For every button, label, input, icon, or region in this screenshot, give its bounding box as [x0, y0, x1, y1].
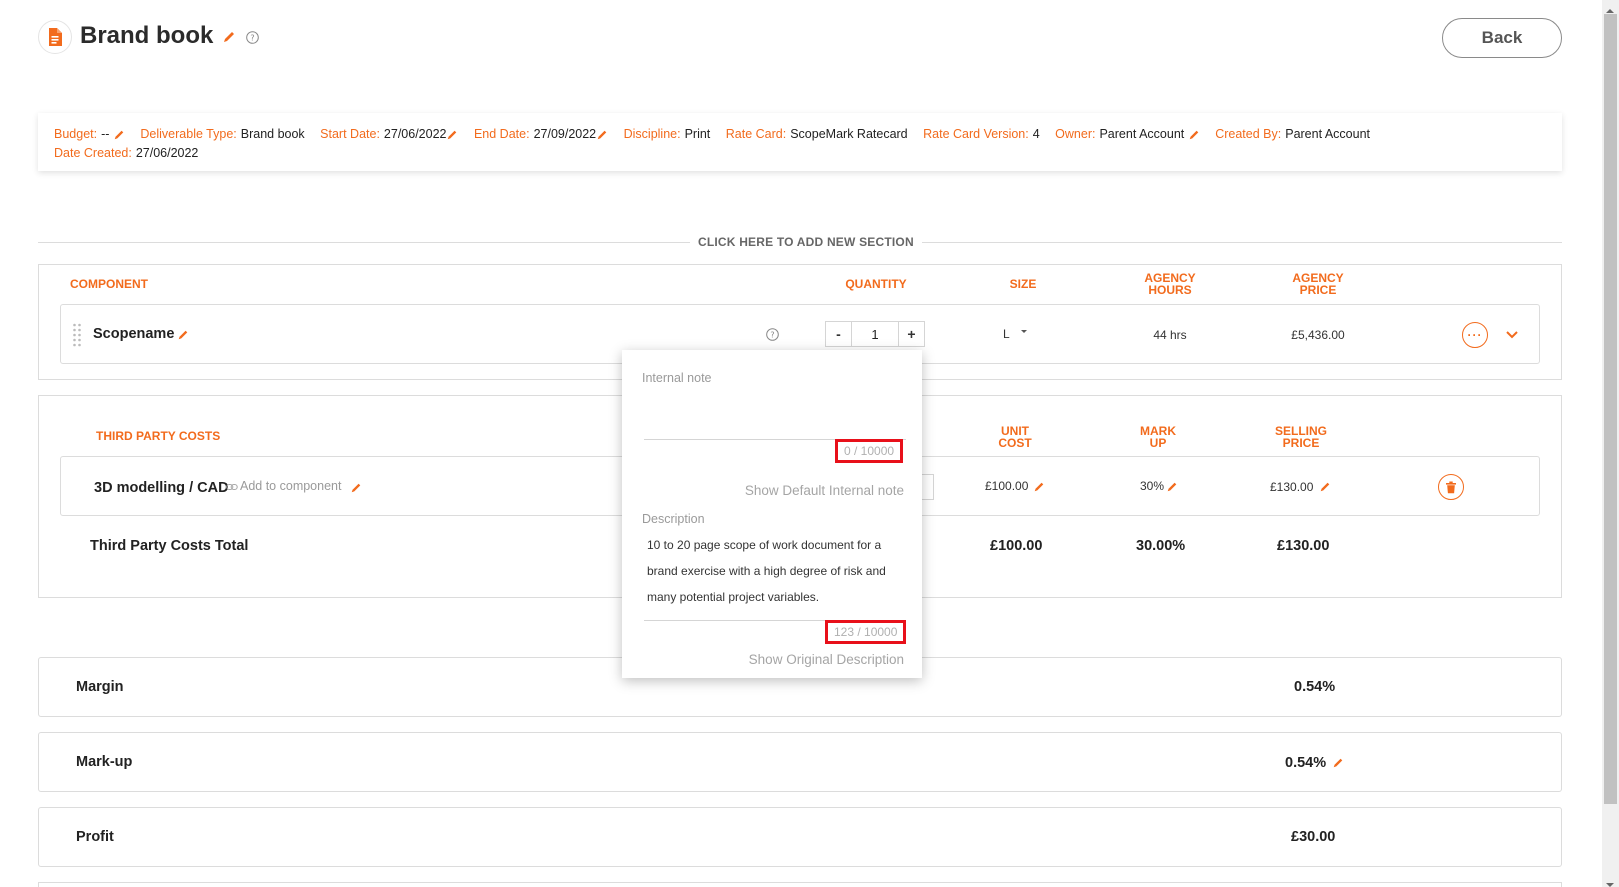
edit-unit-cost-pencil-icon[interactable]: [1033, 480, 1045, 498]
margin-label: Margin: [76, 679, 124, 695]
edit-title-pencil-icon[interactable]: [222, 30, 236, 49]
budget-label: Budget:: [54, 127, 98, 141]
agency-hours-value: 44 hrs: [1153, 328, 1187, 342]
profit-value: £30.00: [1291, 829, 1336, 845]
help-icon[interactable]: ?: [246, 31, 259, 49]
size-value: L: [1003, 327, 1010, 341]
edit-markup-pencil-icon[interactable]: [1332, 756, 1344, 774]
rate-card-version-value: 4: [1032, 127, 1040, 141]
discipline-value: Print: [684, 127, 711, 141]
date-created-value: 27/06/2022: [135, 146, 199, 160]
caret-down-icon: [1020, 330, 1027, 333]
drag-handle-icon[interactable]: [72, 322, 82, 347]
edit-budget-pencil-icon[interactable]: [113, 129, 125, 141]
edit-end-date-pencil-icon[interactable]: [596, 129, 608, 141]
total-selling-price: £130.00: [1277, 538, 1330, 554]
notes-popup: Internal note 0 / 10000 Show Default Int…: [622, 350, 922, 678]
agency-price-header: AGENCY PRICE: [1292, 271, 1344, 297]
unit-cost-value: £100.00: [985, 479, 1029, 493]
internal-note-label: Internal note: [642, 371, 712, 385]
more-options-button[interactable]: ···: [1462, 322, 1488, 348]
document-icon: [38, 20, 72, 54]
rate-card-version-label: Rate Card Version:: [923, 127, 1029, 141]
quantity-increment-button[interactable]: +: [899, 322, 924, 346]
add-new-section-link[interactable]: CLICK HERE TO ADD NEW SECTION: [690, 235, 922, 249]
hidden-input-edge: [920, 474, 934, 500]
svg-text:?: ?: [770, 331, 774, 340]
trash-icon: [1446, 481, 1456, 493]
markup-label: Mark-up: [76, 754, 133, 770]
chevron-down-icon[interactable]: [1505, 327, 1519, 345]
description-label: Description: [642, 512, 705, 526]
start-date-value: 27/06/2022: [383, 127, 447, 141]
selling-price-value: £130.00: [1270, 480, 1314, 494]
link-icon: [226, 479, 238, 497]
edit-selling-price-pencil-icon[interactable]: [1319, 480, 1331, 498]
edit-start-date-pencil-icon[interactable]: [446, 129, 458, 141]
internal-note-input[interactable]: [642, 392, 904, 438]
deliverable-type-label: Deliverable Type:: [140, 127, 237, 141]
component-name: Scopename: [93, 326, 175, 342]
edit-component-pencil-icon[interactable]: [177, 328, 189, 346]
add-to-component-link[interactable]: Add to component: [240, 479, 341, 493]
agency-price-value: £5,436.00: [1291, 328, 1345, 342]
third-party-item-name: 3D modelling / CAD: [94, 480, 229, 496]
next-row-edge: [38, 882, 1562, 887]
date-created-label: Date Created:: [54, 146, 132, 160]
rate-card-label: Rate Card:: [725, 127, 787, 141]
quantity-decrement-button[interactable]: -: [826, 322, 851, 346]
quantity-header: QUANTITY: [845, 277, 907, 291]
mark-up-value: 30%: [1140, 479, 1165, 493]
total-mark-up: 30.00%: [1136, 538, 1186, 554]
description-counter: 123 / 10000: [825, 620, 907, 644]
delete-button[interactable]: [1438, 474, 1464, 500]
description-text[interactable]: 10 to 20 page scope of work document for…: [647, 532, 909, 610]
show-original-description-link[interactable]: Show Original Description: [682, 652, 904, 667]
end-date-label: End Date:: [473, 127, 530, 141]
scrollbar-thumb[interactable]: [1604, 14, 1617, 804]
profit-label: Profit: [76, 829, 114, 845]
size-select[interactable]: L: [1003, 327, 1029, 341]
component-help-icon[interactable]: ?: [766, 328, 779, 346]
svg-text:?: ?: [250, 34, 254, 43]
rate-card-value: ScopeMark Ratecard: [790, 127, 908, 141]
edit-mark-up-pencil-icon[interactable]: [1166, 480, 1178, 498]
markup-value: 0.54%: [1285, 755, 1327, 771]
owner-label: Owner:: [1055, 127, 1096, 141]
end-date-value: 27/09/2022: [533, 127, 597, 141]
component-header: COMPONENT: [70, 277, 148, 291]
more-options-icon: ···: [1467, 328, 1483, 342]
quantity-input[interactable]: [851, 322, 899, 346]
created-by-label: Created By:: [1215, 127, 1282, 141]
budget-value: --: [101, 127, 110, 141]
start-date-label: Start Date:: [320, 127, 380, 141]
internal-note-counter: 0 / 10000: [835, 439, 904, 463]
page-title: Brand book: [80, 22, 214, 49]
agency-hours-header: AGENCY HOURS: [1144, 271, 1196, 297]
total-unit-cost: £100.00: [990, 538, 1043, 554]
discipline-label: Discipline:: [623, 127, 681, 141]
size-header: SIZE: [1009, 277, 1037, 291]
third-party-costs-title: THIRD PARTY COSTS: [96, 429, 221, 443]
unit-cost-header: UNIT COST: [998, 424, 1032, 450]
back-button[interactable]: Back: [1442, 18, 1562, 58]
mark-up-header: MARK UP: [1140, 424, 1176, 450]
scroll-down-arrow-icon[interactable]: [1605, 876, 1615, 887]
deliverable-info-bar: Budget: -- Deliverable Type: Brand book St…: [38, 113, 1562, 171]
show-default-internal-note-link[interactable]: Show Default Internal note: [682, 483, 904, 498]
edit-third-party-pencil-icon[interactable]: [350, 481, 362, 499]
deliverable-type-value: Brand book: [240, 127, 305, 141]
quantity-stepper: - +: [825, 321, 925, 347]
edit-owner-pencil-icon[interactable]: [1188, 129, 1200, 141]
selling-price-header: SELLING PRICE: [1274, 424, 1327, 450]
created-by-value: Parent Account: [1285, 127, 1371, 141]
third-party-total-label: Third Party Costs Total: [90, 538, 249, 554]
margin-value: 0.54%: [1294, 679, 1336, 695]
owner-value: Parent Account: [1099, 127, 1185, 141]
scroll-up-arrow-icon[interactable]: [1605, 2, 1615, 20]
